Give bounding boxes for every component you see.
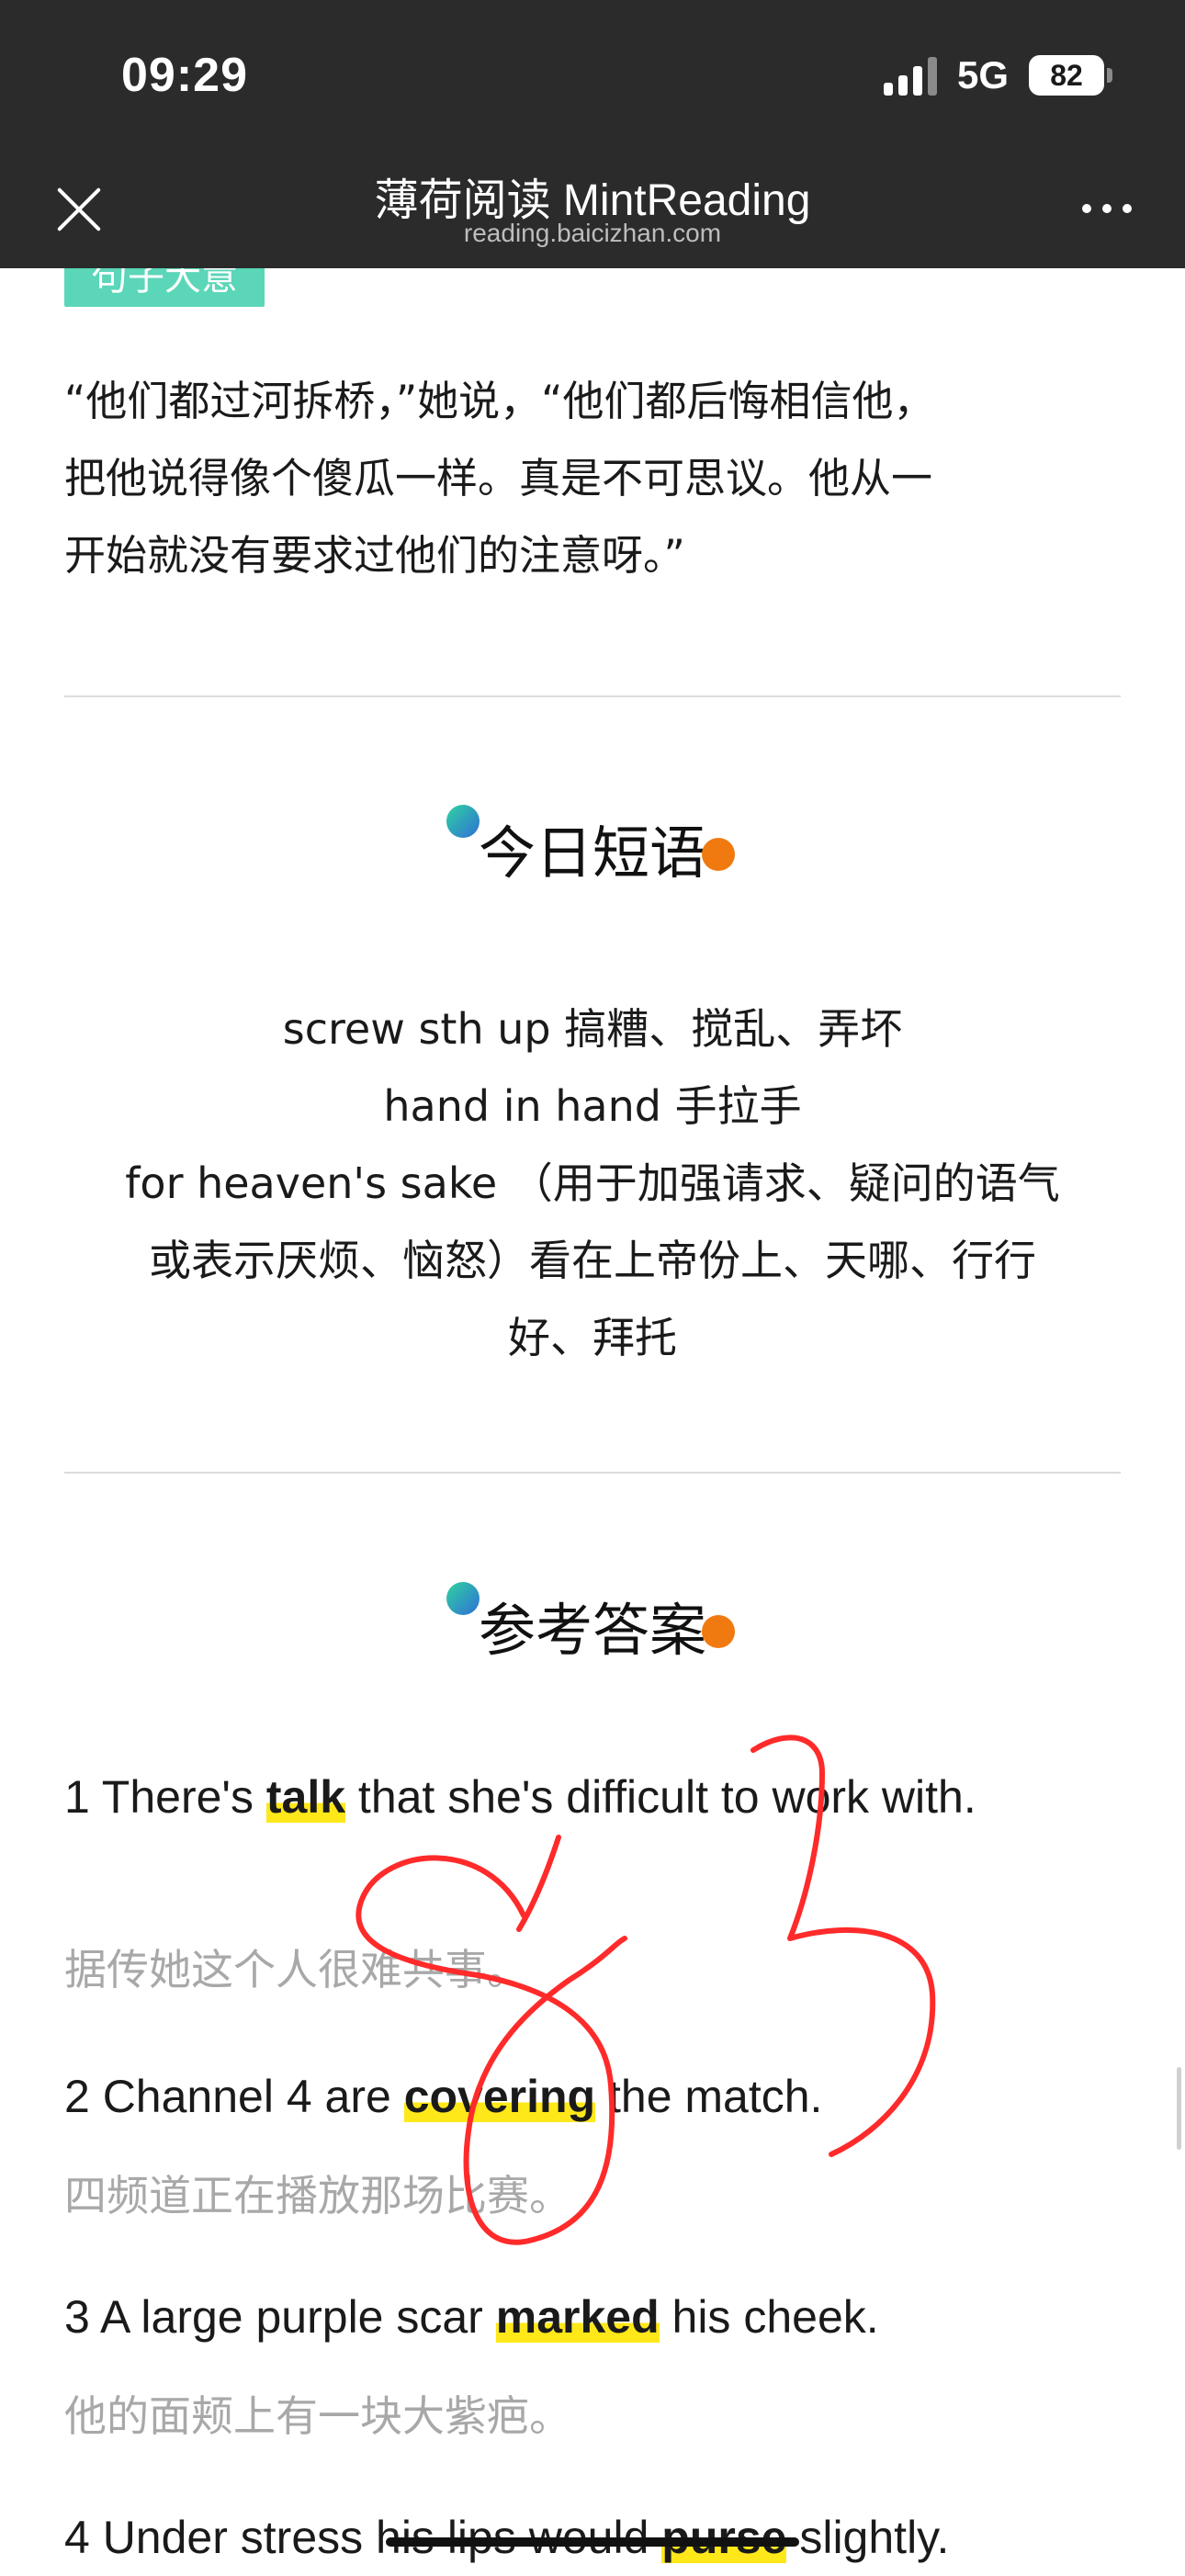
sentence-text: slightly. [786,2512,950,2563]
answer-translation: 四频道正在播放那场比赛。 [64,2171,571,2220]
home-indicator[interactable] [386,2537,799,2547]
divider [64,1472,1121,1474]
more-icon[interactable] [1082,204,1132,213]
answer-translation: 据传她这个人很难共事。 [64,1945,529,1994]
page-url: reading.baicizhan.com [463,219,722,247]
phrase-item: for heaven's sake （用于加强请求、疑问的语气 [125,1158,1060,1208]
title-dot-orange [702,838,735,871]
answer-sentence: 1 There's talk that she's difficult to w… [64,1758,1130,1836]
translation-paragraph: “他们都过河拆桥，”她说，“他们都后悔相信他， 把他说得像个傻瓜一样。真是不可思… [64,363,1121,594]
phrase-item: hand in hand 手拉手 [383,1081,802,1131]
battery-level: 82 [1050,58,1083,92]
ink-stroke-8-top [516,1835,561,1932]
top-bar: 09:29 5G 82 薄荷阅读 MintReading reading.bai… [0,0,1185,268]
paragraph-line: 把他说得像个傻瓜一样。真是不可思议。他从一 [64,454,933,503]
status-time: 09:29 [121,49,248,102]
sentence-text: the match. [595,2071,823,2122]
sentence-text: 1 There's [64,1771,266,1823]
phrase-item: screw sth up 搞糟、搅乱、弄坏 [282,1004,903,1054]
network-type: 5G [956,53,1009,96]
status-indicators: 5G 82 [883,53,1112,97]
sentence-text: 2 Channel 4 are [64,2071,404,2122]
answers-title: 参考答案 [478,1597,706,1664]
highlighted-word[interactable]: covering [403,2071,596,2122]
answer-sentence: 3 A large purple scar marked his cheek. [64,2278,1130,2356]
phrase-item: 或表示厌烦、恼怒）看在上帝份上、天哪、行行 [149,1236,1036,1285]
phrases-list: screw sth up 搞糟、搅乱、弄坏 hand in hand 手拉手 f… [64,990,1121,1376]
sentence-text: that she's difficult to work with. [345,1771,976,1823]
scrollbar[interactable] [1177,2067,1181,2150]
highlighted-word[interactable]: talk [265,1771,346,1823]
battery-icon: 82 [1029,55,1112,96]
answer-sentence: 2 Channel 4 are covering the match. [64,2058,1130,2135]
sentence-text: his cheek. [659,2291,879,2343]
divider [64,695,1121,697]
sentence-text: 3 A large purple scar [64,2291,496,2343]
answer-translation: 他的面颊上有一块大紫疤。 [64,2391,571,2441]
phrase-item: 好、拜托 [508,1313,677,1362]
title-dot-orange [702,1615,735,1648]
paragraph-line: 开始就没有要求过他们的注意呀。” [64,531,685,580]
highlighted-word[interactable]: marked [495,2291,660,2343]
paragraph-line: “他们都过河拆桥，”她说，“他们都后悔相信他， [64,377,935,425]
phrases-title: 今日短语 [478,819,706,887]
signal-icon [883,55,937,96]
